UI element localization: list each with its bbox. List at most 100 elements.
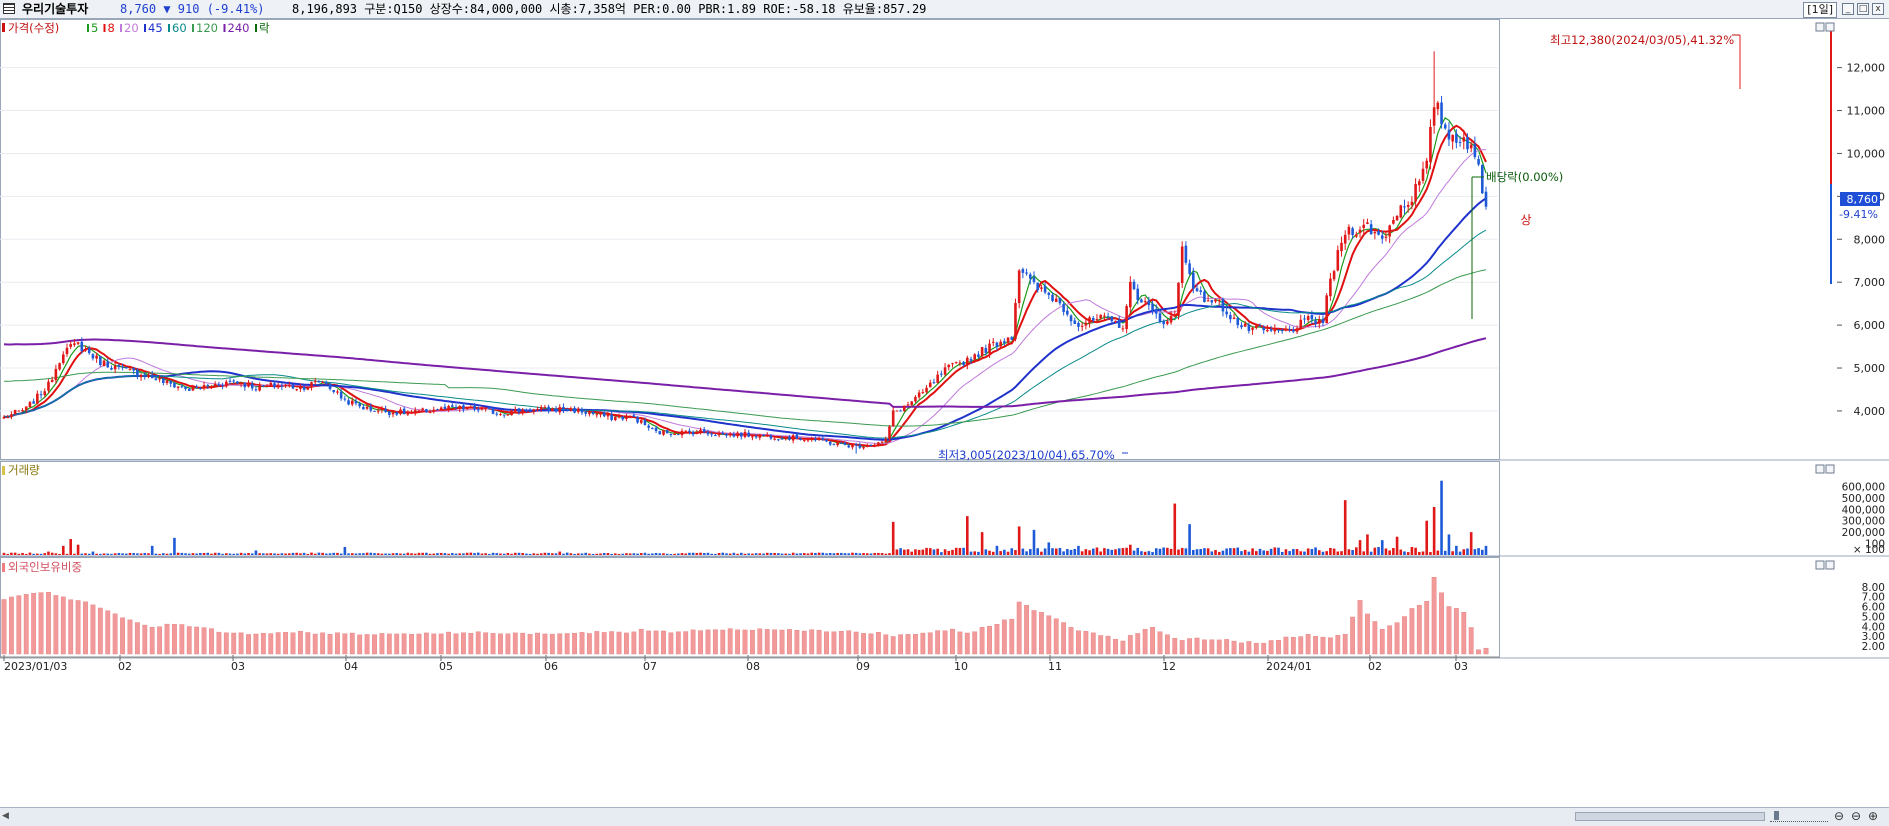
volume-bar bbox=[1203, 548, 1206, 555]
candle-body bbox=[332, 389, 336, 392]
foreign-bar bbox=[275, 632, 281, 655]
zoom-out-icon[interactable]: ⊖ bbox=[1849, 809, 1863, 823]
volume-bar bbox=[828, 552, 832, 555]
legend-swatch bbox=[223, 24, 226, 32]
volume-bar bbox=[273, 553, 276, 555]
foreign-bar bbox=[572, 633, 577, 655]
volume-bar bbox=[328, 553, 332, 555]
candle-body bbox=[1436, 102, 1440, 110]
candle-body bbox=[1180, 246, 1184, 284]
foreign-bar bbox=[16, 595, 22, 655]
candle-body bbox=[80, 341, 84, 351]
volume-bar bbox=[1236, 547, 1240, 555]
volume-bar bbox=[995, 545, 999, 555]
menu-icon[interactable] bbox=[3, 3, 15, 14]
foreign-bar bbox=[1335, 635, 1341, 655]
candle-body bbox=[958, 362, 962, 364]
foreign-bar bbox=[1157, 631, 1163, 655]
volume-bar bbox=[6, 553, 10, 555]
volume-bar bbox=[851, 552, 854, 555]
volume-bar bbox=[465, 552, 469, 555]
candle-body bbox=[802, 439, 806, 441]
zoom-slider-thumb[interactable] bbox=[1774, 811, 1779, 820]
volume-panel-title: 거래량 bbox=[8, 463, 40, 477]
volume-bar bbox=[1221, 550, 1225, 555]
foreign-bar bbox=[120, 617, 125, 655]
volume-bar bbox=[1262, 550, 1265, 555]
candle-body bbox=[1084, 322, 1088, 326]
candle-body bbox=[699, 429, 702, 432]
foreign-bar bbox=[134, 622, 140, 655]
legend-items: 5 8 20 45 60 120 240 락 bbox=[87, 21, 270, 35]
candle-body bbox=[1099, 314, 1102, 319]
volume-bar bbox=[602, 552, 606, 555]
candle-body bbox=[1114, 320, 1117, 322]
candle-body bbox=[688, 430, 691, 432]
chart-canvas[interactable]: 4,0005,0006,0007,0008,0009,00010,00011,0… bbox=[0, 19, 1889, 807]
candle-body bbox=[354, 400, 358, 404]
panel-button-icon[interactable] bbox=[1825, 464, 1835, 474]
period-button[interactable]: [1일] bbox=[1803, 2, 1837, 18]
x-tick-label: 12 bbox=[1162, 660, 1176, 673]
volume-bar bbox=[169, 553, 173, 555]
candle-body bbox=[473, 405, 476, 410]
candle-body bbox=[1054, 298, 1058, 302]
foreign-bar bbox=[1150, 627, 1155, 655]
foreign-bar bbox=[231, 632, 237, 655]
volume-bar bbox=[706, 552, 710, 555]
candle-body bbox=[1410, 201, 1414, 206]
volume-bar bbox=[1447, 534, 1451, 555]
panel-button-icon[interactable] bbox=[1815, 560, 1825, 570]
volume-bar bbox=[262, 553, 265, 555]
candle-body bbox=[199, 387, 202, 389]
candle-body bbox=[50, 379, 54, 382]
candle-body bbox=[1025, 272, 1028, 274]
foreign-bar bbox=[60, 596, 66, 655]
minimize-button[interactable]: _ bbox=[1842, 3, 1854, 15]
volume-bar bbox=[284, 553, 287, 555]
candle-body bbox=[1340, 242, 1343, 252]
panel-button-icon[interactable] bbox=[1825, 560, 1835, 570]
candle-body bbox=[995, 342, 999, 347]
scroll-left-arrow-icon[interactable]: ◀ bbox=[2, 811, 9, 821]
close-button[interactable]: x bbox=[1872, 3, 1884, 15]
stock-name[interactable]: 우리기술투자 bbox=[22, 1, 88, 17]
volume-bar bbox=[710, 553, 713, 555]
candle-body bbox=[1088, 317, 1091, 324]
candle-body bbox=[158, 378, 161, 380]
candle-body bbox=[828, 441, 832, 445]
candle-body bbox=[458, 405, 462, 409]
candle-body bbox=[1247, 324, 1251, 331]
foreign-bar bbox=[1083, 631, 1089, 655]
volume-bar bbox=[1432, 507, 1436, 555]
foreign-bar bbox=[994, 624, 1000, 655]
volume-bar bbox=[506, 552, 510, 555]
volume-bar bbox=[521, 553, 524, 555]
foreign-bar bbox=[186, 626, 192, 655]
volume-bar bbox=[439, 552, 443, 555]
restore-button[interactable]: □ bbox=[1857, 3, 1869, 15]
foreign-bar bbox=[305, 632, 311, 655]
foreign-bar bbox=[1320, 636, 1326, 655]
volume-bar bbox=[28, 552, 32, 555]
volume-bar bbox=[358, 553, 361, 555]
panel-button-icon[interactable] bbox=[1815, 22, 1825, 32]
volume-bar bbox=[491, 552, 495, 555]
volume-bar bbox=[966, 516, 969, 555]
candle-body bbox=[165, 380, 169, 384]
foreign-bar bbox=[824, 631, 829, 655]
foreign-bar bbox=[409, 634, 414, 655]
candle-body bbox=[284, 384, 287, 386]
volume-bar bbox=[1436, 550, 1440, 555]
volume-bars bbox=[2, 480, 1488, 555]
zoom-reset-icon[interactable]: ⊖ bbox=[1832, 809, 1846, 823]
foreign-bar bbox=[246, 634, 251, 655]
foreign-bar bbox=[927, 632, 933, 655]
volume-bar bbox=[1199, 548, 1203, 555]
panel-button-icon[interactable] bbox=[1815, 464, 1825, 474]
volume-bar bbox=[476, 552, 480, 555]
zoom-slider[interactable] bbox=[1770, 811, 1828, 822]
horizontal-scrollbar[interactable] bbox=[1575, 812, 1765, 821]
panel-button-icon[interactable] bbox=[1825, 22, 1835, 32]
zoom-in-icon[interactable]: ⊕ bbox=[1866, 809, 1880, 823]
